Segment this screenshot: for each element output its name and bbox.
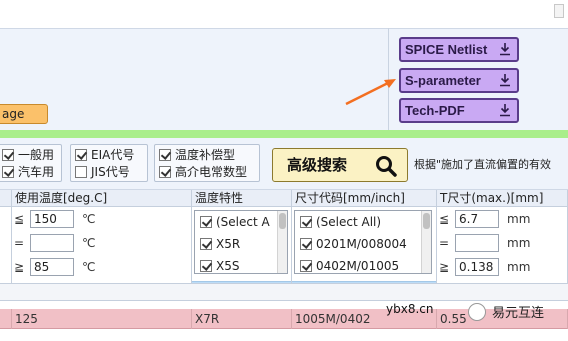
checkbox[interactable] <box>200 238 212 250</box>
size-code-filter: (Select All) 0201M/008004 0402M/01005 <box>292 207 437 293</box>
usage-option-automotive[interactable]: 汽车用 <box>2 163 54 180</box>
size-code-listbox[interactable]: (Select All) 0201M/008004 0402M/01005 <box>294 210 432 274</box>
scrollbar-thumb[interactable] <box>423 213 430 229</box>
listbox-scrollbar[interactable] <box>277 211 287 273</box>
temp-char-listbox[interactable]: (Select A X5R X5S <box>194 210 288 274</box>
t-size-ge: ≧ 0.138 mm <box>439 258 531 276</box>
checkbox[interactable] <box>300 238 312 250</box>
checkbox[interactable] <box>75 148 87 161</box>
checkbox[interactable] <box>159 165 171 178</box>
header-t-size: T尺寸(max.)[mm] <box>437 190 568 207</box>
tech-pdf-button[interactable]: Tech-PDF <box>399 98 519 123</box>
t-size-le-input[interactable]: 6.7 <box>455 210 499 228</box>
temp-char-option[interactable]: X5S <box>195 255 287 273</box>
spice-netlist-button[interactable]: SPICE Netlist <box>399 37 519 62</box>
checkbox[interactable] <box>159 148 171 161</box>
column-blank <box>0 207 12 283</box>
temp-char-option[interactable]: (Select A <box>195 211 287 233</box>
max-temp-le-input[interactable]: 150 <box>30 210 74 228</box>
top-strip <box>0 0 568 28</box>
t-size-le: ≦ 6.7 mm <box>439 210 531 228</box>
download-icon <box>500 74 510 87</box>
code-checkboxes: EIA代号 JIS代号 <box>75 146 134 180</box>
max-temp-eq-input[interactable] <box>30 234 74 252</box>
advanced-search-label: 高级搜索 <box>287 156 348 174</box>
size-code-option[interactable]: 0201M/008004 <box>295 233 431 255</box>
temp-char-filter: (Select A X5R X5S <box>192 207 292 293</box>
checkbox[interactable] <box>200 216 212 228</box>
header-size-code: 尺寸代码[mm/inch] <box>292 190 437 207</box>
table-cell-max-temp: 125 <box>12 309 192 329</box>
checkbox[interactable] <box>300 216 312 228</box>
search-icon <box>376 156 397 177</box>
watermark-brand: 易元互连 <box>468 302 544 321</box>
checkbox[interactable] <box>200 260 212 272</box>
code-option-jis[interactable]: JIS代号 <box>75 163 134 180</box>
usage-checkboxes: 一般用 汽车用 <box>2 146 54 180</box>
dielectric-checkboxes: 温度补偿型 高介电常数型 <box>159 146 247 180</box>
checkbox[interactable] <box>75 165 87 178</box>
usage-option-general[interactable]: 一般用 <box>2 146 54 163</box>
table-cell <box>0 309 12 329</box>
temp-char-option[interactable]: X5R <box>195 233 287 255</box>
table-blank-row <box>0 283 568 301</box>
size-code-option[interactable]: (Select All) <box>295 211 431 233</box>
filter-note: 根据"施加了直流偏置的有效 <box>414 158 552 171</box>
green-separator-bar <box>0 130 568 138</box>
download-icon <box>500 104 510 117</box>
brand-name: 易元互连 <box>492 306 545 321</box>
scroll-up-arrow[interactable] <box>554 4 564 18</box>
spice-netlist-label: SPICE Netlist <box>405 42 488 57</box>
checkbox[interactable] <box>2 148 14 161</box>
t-size-filter: ≦ 6.7 mm = mm ≧ 0.138 mm <box>437 207 568 283</box>
max-temp-ge-input[interactable]: 85 <box>30 258 74 276</box>
header-max-temp: 使用温度[deg.C] <box>12 190 192 207</box>
listbox-scrollbar[interactable] <box>421 211 431 273</box>
dielectric-option-high-k[interactable]: 高介电常数型 <box>159 163 247 180</box>
s-parameter-button[interactable]: S-parameter <box>399 68 519 93</box>
t-size-eq-input[interactable] <box>455 234 499 252</box>
header-temp-char: 温度特性 <box>192 190 292 207</box>
checkbox[interactable] <box>2 165 14 178</box>
tech-pdf-label: Tech-PDF <box>405 103 465 118</box>
annotation-arrow-icon <box>345 79 396 106</box>
t-size-ge-input[interactable]: 0.138 <box>455 258 499 276</box>
max-temp-ge: ≧ 85 ℃ <box>14 258 96 276</box>
code-option-eia[interactable]: EIA代号 <box>75 146 134 163</box>
advanced-search-button[interactable]: 高级搜索 <box>272 148 408 182</box>
max-temp-filter: ≦ 150 ℃ = ℃ ≧ 85 ℃ <box>12 207 192 283</box>
table-cell-temp-char: X7R <box>192 309 292 329</box>
header-blank <box>0 190 12 207</box>
download-icon <box>500 43 510 56</box>
page-tag-button[interactable]: age <box>0 104 48 124</box>
scrollbar-thumb[interactable] <box>279 213 286 229</box>
max-temp-le: ≦ 150 ℃ <box>14 210 96 228</box>
watermark-site: ybx8.cn <box>386 302 434 316</box>
t-size-eq: = mm <box>439 234 531 252</box>
brand-logo-icon <box>468 302 486 321</box>
dielectric-option-temp-comp[interactable]: 温度补偿型 <box>159 146 247 163</box>
max-temp-eq: = ℃ <box>14 234 96 252</box>
checkbox[interactable] <box>300 260 312 272</box>
s-parameter-label: S-parameter <box>405 73 481 88</box>
size-code-option[interactable]: 0402M/01005 <box>295 255 431 273</box>
